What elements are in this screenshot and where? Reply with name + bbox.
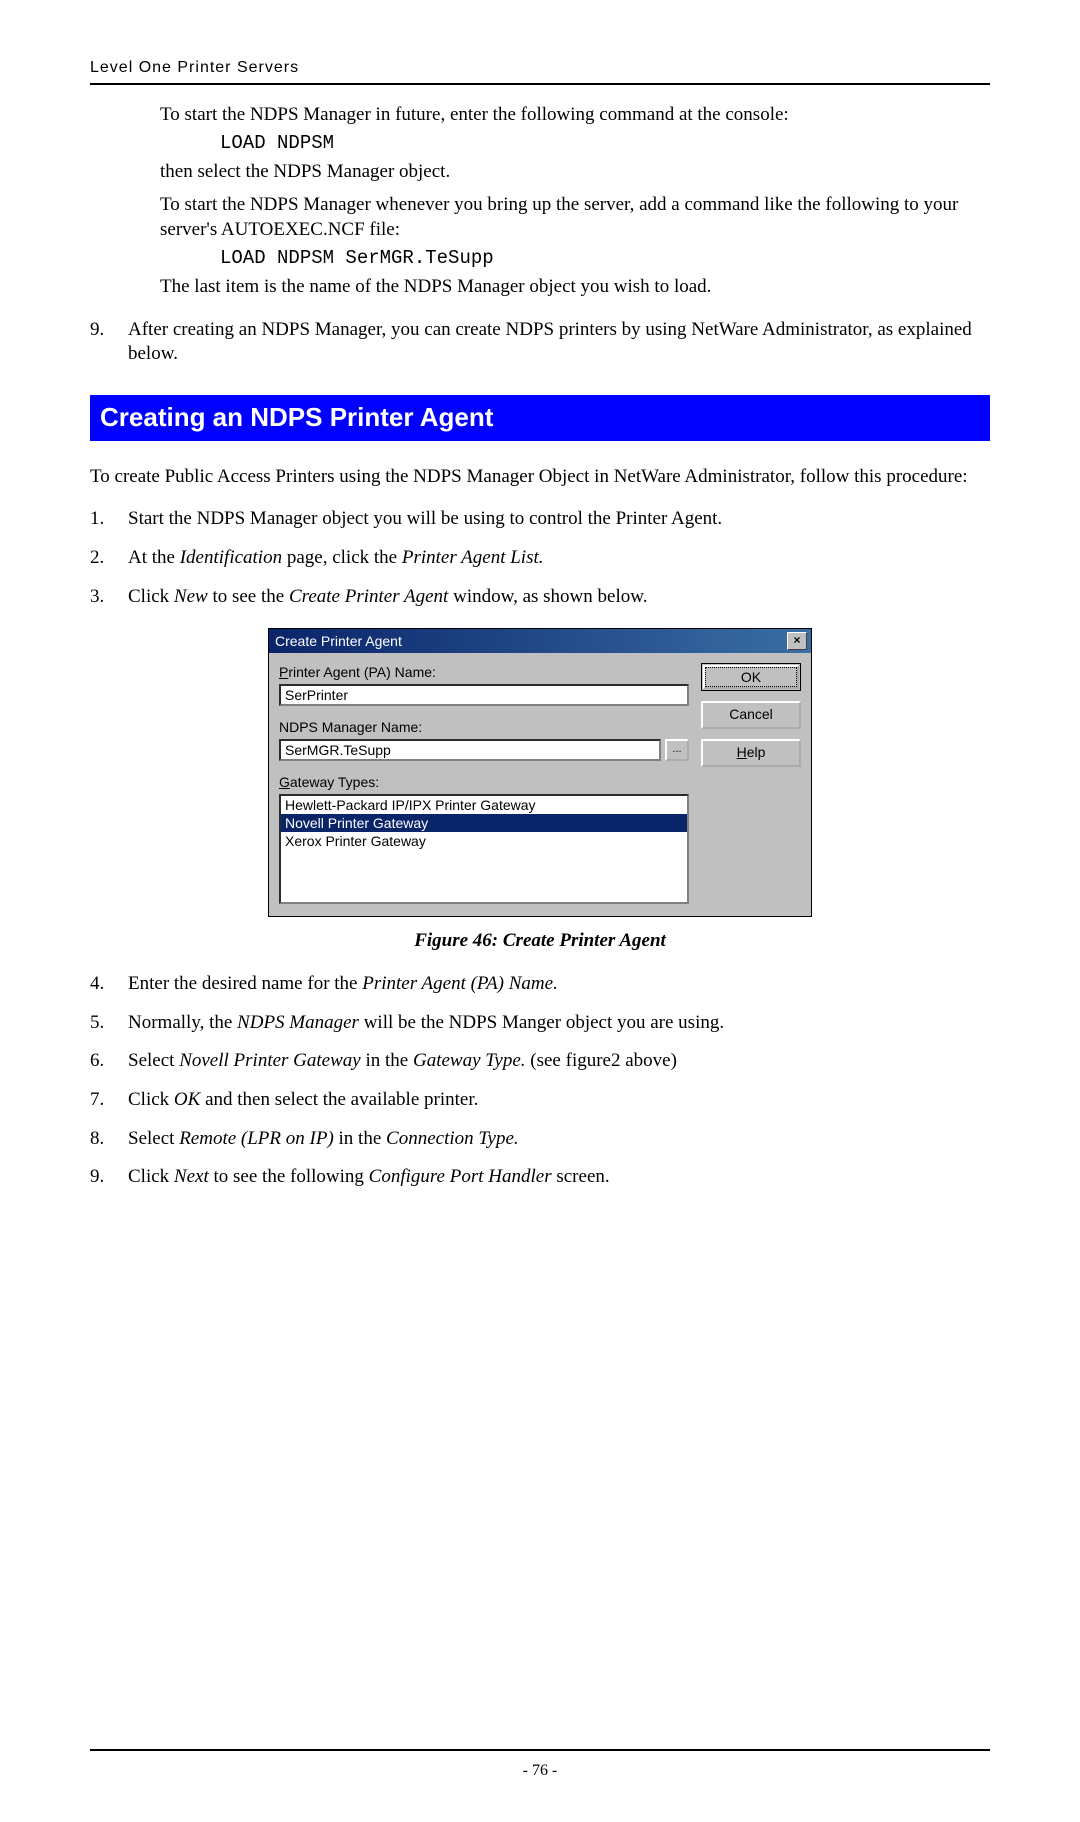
step-text: Click OK and then select the available p… (128, 1088, 990, 1113)
body-text: To start the NDPS Manager whenever you b… (160, 193, 990, 242)
step-number: 8. (90, 1127, 128, 1152)
help-button[interactable]: Help (701, 739, 801, 767)
code-line: LOAD NDPSM SerMGR.TeSupp (220, 246, 990, 271)
field-label: Gateway Types: (279, 773, 689, 791)
step-number: 9. (90, 318, 128, 343)
label-accel: H (737, 744, 747, 760)
listbox-option[interactable]: Hewlett-Packard IP/IPX Printer Gateway (281, 796, 687, 814)
step-number: 1. (90, 507, 128, 532)
body-text: To start the NDPS Manager in future, ent… (160, 103, 990, 128)
list-item: 9. After creating an NDPS Manager, you c… (90, 318, 990, 367)
input-value: SerMGR.TeSupp (285, 741, 391, 759)
step-text: At the Identification page, click the Pr… (128, 546, 990, 571)
dialog-figure: Create Printer Agent × Printer Agent (PA… (268, 628, 812, 918)
content-area: Level One Printer Servers To start the N… (90, 58, 990, 1709)
gateway-types-listbox[interactable]: Hewlett-Packard IP/IPX Printer GatewayNo… (279, 794, 689, 904)
list-item: 7.Click OK and then select the available… (90, 1088, 990, 1113)
step-list-cont: 9. After creating an NDPS Manager, you c… (90, 318, 990, 367)
intro-text: To create Public Access Printers using t… (90, 465, 990, 490)
gateway-types-field: Gateway Types: Hewlett-Packard IP/IPX Pr… (279, 773, 689, 904)
ndps-manager-input[interactable]: SerMGR.TeSupp (279, 739, 661, 761)
step-list: 1.Start the NDPS Manager object you will… (90, 507, 990, 609)
body-text: The last item is the name of the NDPS Ma… (160, 275, 990, 300)
label-accel: P (279, 664, 288, 680)
step-number: 7. (90, 1088, 128, 1113)
step-list-b: 4.Enter the desired name for the Printer… (90, 972, 990, 1190)
step-number: 6. (90, 1049, 128, 1074)
listbox-option[interactable]: Xerox Printer Gateway (281, 832, 687, 850)
section-heading: Creating an NDPS Printer Agent (90, 395, 990, 441)
step-text: Select Novell Printer Gateway in the Gat… (128, 1049, 990, 1074)
field-label: Printer Agent (PA) Name: (279, 663, 689, 681)
dialog-left-column: Printer Agent (PA) Name: SerPrinter NDPS… (279, 663, 689, 905)
step-text: Select Remote (LPR on IP) in the Connect… (128, 1127, 990, 1152)
header-rule (90, 83, 990, 85)
page-footer: - 76 - (90, 1749, 990, 1782)
step-text: Normally, the NDPS Manager will be the N… (128, 1011, 990, 1036)
close-icon[interactable]: × (787, 632, 807, 650)
dialog-title: Create Printer Agent (275, 632, 787, 650)
ok-button[interactable]: OK (701, 663, 801, 691)
create-printer-agent-dialog: Create Printer Agent × Printer Agent (PA… (268, 628, 812, 918)
step-number: 4. (90, 972, 128, 997)
figure-caption: Figure 46: Create Printer Agent (90, 929, 990, 954)
step-number: 2. (90, 546, 128, 571)
printer-agent-name-field: Printer Agent (PA) Name: SerPrinter (279, 663, 689, 706)
list-item: 6.Select Novell Printer Gateway in the G… (90, 1049, 990, 1074)
code-line: LOAD NDPSM (220, 131, 990, 156)
step-text: Enter the desired name for the Printer A… (128, 972, 990, 997)
step-text: Click New to see the Create Printer Agen… (128, 585, 990, 610)
dialog-titlebar: Create Printer Agent × (269, 629, 811, 653)
printer-agent-name-input[interactable]: SerPrinter (279, 684, 689, 706)
label-accel: G (279, 774, 290, 790)
page-number: - 76 - (523, 1762, 558, 1779)
dialog-button-column: OK Cancel Help (701, 663, 801, 905)
list-item: 5.Normally, the NDPS Manager will be the… (90, 1011, 990, 1036)
listbox-option[interactable]: Novell Printer Gateway (281, 814, 687, 832)
label-rest: rinter Agent (PA) Name: (288, 664, 436, 680)
step-text: Start the NDPS Manager object you will b… (128, 507, 990, 532)
list-item: 8.Select Remote (LPR on IP) in the Conne… (90, 1127, 990, 1152)
list-item: 4.Enter the desired name for the Printer… (90, 972, 990, 997)
list-item: 2.At the Identification page, click the … (90, 546, 990, 571)
browse-button[interactable]: ... (665, 739, 689, 761)
step-text: After creating an NDPS Manager, you can … (128, 318, 990, 367)
page: Level One Printer Servers To start the N… (0, 0, 1080, 1822)
cancel-button[interactable]: Cancel (701, 701, 801, 729)
list-item: 1.Start the NDPS Manager object you will… (90, 507, 990, 532)
label-rest: ateway Types: (290, 774, 379, 790)
step-number: 9. (90, 1165, 128, 1190)
step-number: 5. (90, 1011, 128, 1036)
list-item: 9.Click Next to see the following Config… (90, 1165, 990, 1190)
list-item: 3.Click New to see the Create Printer Ag… (90, 585, 990, 610)
label-rest: elp (747, 744, 766, 760)
body-text: then select the NDPS Manager object. (160, 160, 990, 185)
continuation-block: To start the NDPS Manager in future, ent… (160, 103, 990, 300)
dialog-body: Printer Agent (PA) Name: SerPrinter NDPS… (269, 653, 811, 917)
field-label: NDPS Manager Name: (279, 718, 689, 736)
ndps-manager-field: NDPS Manager Name: SerMGR.TeSupp ... (279, 718, 689, 761)
button-label: OK (741, 666, 761, 688)
step-text: Click Next to see the following Configur… (128, 1165, 990, 1190)
input-value: SerPrinter (285, 686, 348, 704)
running-header: Level One Printer Servers (90, 58, 990, 79)
step-number: 3. (90, 585, 128, 610)
